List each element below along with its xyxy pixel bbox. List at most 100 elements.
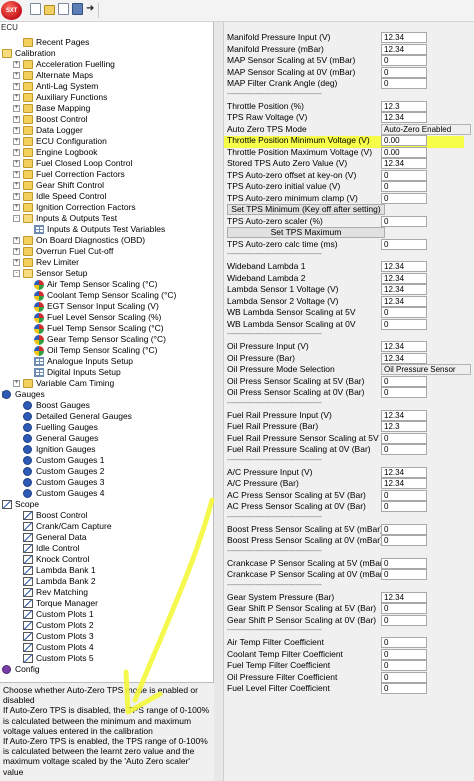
setting-value-field[interactable]: 0 [381, 648, 427, 660]
setting-value-field[interactable]: 12.3 [381, 421, 427, 432]
tree-item[interactable]: Detailed General Gauges [0, 411, 212, 422]
new-file-icon[interactable] [30, 3, 41, 15]
tree-item[interactable]: Inputs & Outputs Test Variables [0, 224, 212, 235]
tree-item[interactable]: Rev Matching [0, 587, 212, 598]
setting-value-field[interactable]: 0 [381, 569, 427, 580]
tree-item[interactable]: General Data [0, 532, 212, 543]
tree-item[interactable]: + Ignition Correction Factors [0, 202, 212, 213]
tree-item[interactable]: + Rev Limiter [0, 257, 212, 268]
setting-value-field[interactable]: 12.34 [381, 466, 427, 478]
setting-value-field[interactable]: 0 [381, 637, 427, 648]
tree-item[interactable]: + Acceleration Fuelling [0, 59, 212, 70]
tree-item[interactable]: Custom Gauges 1 [0, 455, 212, 466]
expand-icon[interactable]: + [13, 94, 20, 101]
expand-icon[interactable]: + [13, 149, 20, 156]
set-tps-button[interactable]: Set TPS Minimum (Key off after setting) [227, 204, 385, 215]
tree-item[interactable]: Torque Manager [0, 598, 212, 609]
setting-dropdown[interactable]: Oil Pressure Sensor [381, 364, 471, 375]
tree-item[interactable]: -Calibration [0, 48, 212, 59]
setting-value-field[interactable]: 12.34 [381, 261, 427, 272]
setting-value-field[interactable]: 0 [381, 444, 427, 455]
tree-item[interactable]: Lambda Bank 2 [0, 576, 212, 587]
setting-value-field[interactable]: 0 [381, 614, 427, 626]
tree-item[interactable]: Fuelling Gauges [0, 422, 212, 433]
tree-item[interactable]: -Scope [0, 499, 212, 510]
setting-value-field[interactable]: 0 [381, 307, 427, 318]
tree-item[interactable]: + Overrun Fuel Cut-off [0, 246, 212, 257]
tree-item[interactable]: + Base Mapping [0, 103, 212, 114]
setting-dropdown[interactable]: Auto-Zero Enabled [381, 123, 471, 135]
setting-value-field[interactable]: 12.34 [381, 352, 427, 364]
setting-value-field[interactable]: 0 [381, 66, 427, 78]
setting-value-field[interactable]: 0 [381, 671, 427, 683]
expand-icon[interactable]: + [13, 138, 20, 145]
document-icon[interactable] [58, 3, 69, 15]
expand-icon[interactable]: + [13, 127, 20, 134]
tree-item[interactable]: General Gauges [0, 433, 212, 444]
expand-icon[interactable]: + [13, 72, 20, 79]
expand-icon[interactable]: + [13, 83, 20, 90]
expand-icon[interactable]: + [13, 259, 20, 266]
tree-item[interactable]: Analogue Inputs Setup [0, 356, 212, 367]
tree-item[interactable]: Fuel Level Sensor Scaling (%) [0, 312, 212, 323]
tree-item[interactable]: Oil Temp Sensor Scaling (°C) [0, 345, 212, 356]
expand-icon[interactable]: + [13, 380, 20, 387]
tree-item[interactable]: + Fuel Closed Loop Control [0, 158, 212, 169]
expand-icon[interactable]: + [13, 171, 20, 178]
tree-item[interactable]: + ECU Configuration [0, 136, 212, 147]
tree-item[interactable]: Recent Pages [0, 37, 212, 48]
tree-item[interactable]: Custom Plots 3 [0, 631, 212, 642]
tree-item[interactable]: Crank/Cam Capture [0, 521, 212, 532]
expand-icon[interactable]: + [13, 105, 20, 112]
setting-value-field[interactable]: 0 [381, 55, 427, 66]
splitter[interactable] [214, 22, 224, 781]
tree-item[interactable]: Idle Control [0, 543, 212, 554]
expand-icon[interactable]: + [13, 116, 20, 123]
tree-item[interactable]: - Sensor Setup [0, 268, 212, 279]
setting-value-field[interactable]: 0 [381, 501, 427, 512]
setting-value-field[interactable]: 12.34 [381, 158, 427, 169]
tree-item[interactable]: Custom Plots 5 [0, 653, 212, 664]
setting-value-field[interactable]: 0 [381, 375, 427, 387]
setting-value-field[interactable]: 0 [381, 603, 427, 614]
tree-item[interactable]: Lambda Bank 1 [0, 565, 212, 576]
setting-value-field[interactable]: 0 [381, 181, 427, 192]
tree-item[interactable]: + Alternate Maps [0, 70, 212, 81]
setting-value-field[interactable]: 0 [381, 557, 427, 569]
setting-value-field[interactable]: 0 [381, 535, 427, 546]
setting-value-field[interactable]: 0 [381, 192, 427, 204]
setting-value-field[interactable]: 0 [381, 238, 427, 250]
collapse-icon[interactable]: - [13, 215, 20, 222]
tree-item[interactable]: + Fuel Correction Factors [0, 169, 212, 180]
tree-item[interactable]: EGT Sensor Input Scaling (V) [0, 301, 212, 312]
expand-icon[interactable]: + [13, 204, 20, 211]
tree-item[interactable]: - Inputs & Outputs Test [0, 213, 212, 224]
tree-item[interactable]: + Variable Cam Timing [0, 378, 212, 389]
setting-value-field[interactable]: 12.34 [381, 43, 427, 55]
tree-item[interactable]: + Boost Control [0, 114, 212, 125]
setting-value-field[interactable]: 12.34 [381, 409, 427, 421]
tree-item[interactable]: Air Temp Sensor Scaling (°C) [0, 279, 212, 290]
tree-item[interactable]: + Data Logger [0, 125, 212, 136]
setting-value-field[interactable]: 12.34 [381, 112, 427, 123]
setting-value-field[interactable]: 0 [381, 387, 427, 398]
arrow-right-icon[interactable]: ➜ [86, 3, 97, 15]
setting-value-field[interactable]: 0 [381, 318, 427, 330]
set-tps-button[interactable]: Set TPS Maximum [227, 227, 385, 238]
tree-item[interactable]: Fuel Temp Sensor Scaling (°C) [0, 323, 212, 334]
tree-item[interactable]: + Engine Logbook [0, 147, 212, 158]
expand-icon[interactable]: + [13, 182, 20, 189]
tree-item[interactable]: + Auxiliary Functions [0, 92, 212, 103]
setting-value-field[interactable]: 0 [381, 683, 427, 694]
tree-item[interactable]: + Gear Shift Control [0, 180, 212, 191]
tree-item[interactable]: Coolant Temp Sensor Scaling (°C) [0, 290, 212, 301]
tree-item[interactable]: Ignition Gauges [0, 444, 212, 455]
tree-item[interactable]: -Gauges [0, 389, 212, 400]
tree-item[interactable]: Digital Inputs Setup [0, 367, 212, 378]
setting-value-field[interactable]: 12.34 [381, 295, 427, 307]
collapse-icon[interactable]: - [13, 270, 20, 277]
setting-value-field[interactable]: 12.34 [381, 478, 427, 489]
tree-item[interactable]: Custom Gauges 2 [0, 466, 212, 477]
setting-value-field[interactable]: 12.34 [381, 272, 427, 284]
setting-value-field[interactable]: 0 [381, 660, 427, 671]
